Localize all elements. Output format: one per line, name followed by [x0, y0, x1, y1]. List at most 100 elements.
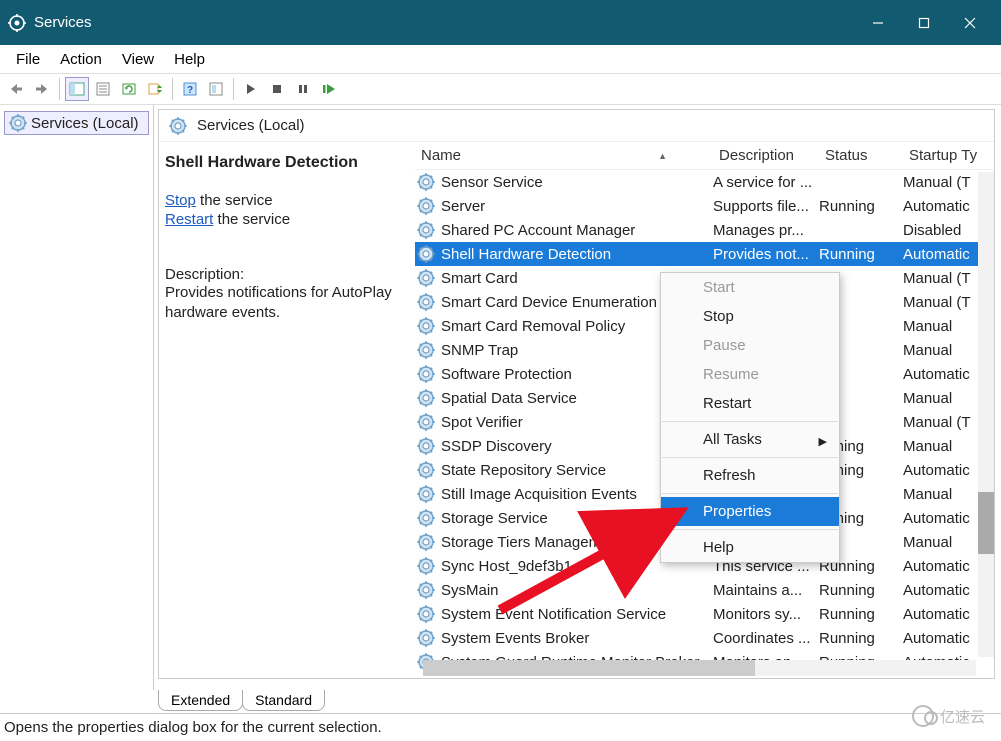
column-name[interactable]: Name▲ — [415, 144, 713, 167]
service-desc: A service for ... — [713, 174, 819, 191]
column-startup[interactable]: Startup Ty — [903, 144, 994, 167]
tree-pane[interactable]: Services (Local) — [0, 105, 154, 690]
detail-desc-label: Description: — [165, 266, 401, 283]
service-row[interactable]: Shell Hardware DetectionProvides not...R… — [415, 242, 994, 266]
service-status: Running — [819, 630, 903, 647]
service-row[interactable]: Shared PC Account ManagerManages pr...Di… — [415, 218, 994, 242]
details-button[interactable] — [91, 77, 115, 101]
service-name: Software Protection — [441, 366, 572, 383]
export-button[interactable] — [143, 77, 167, 101]
status-text: Opens the properties dialog box for the … — [4, 719, 382, 736]
horizontal-scrollbar[interactable] — [423, 660, 976, 676]
sort-asc-icon: ▲ — [658, 151, 667, 161]
context-menu: Start Stop Pause Resume Restart All Task… — [660, 272, 840, 563]
service-row[interactable]: System Event Notification ServiceMonitor… — [415, 602, 994, 626]
gear-icon — [9, 114, 27, 132]
vertical-scrollbar[interactable] — [978, 172, 994, 657]
service-desc: Supports file... — [713, 198, 819, 215]
list-header: Name▲ Description Status Startup Ty — [415, 142, 994, 170]
context-all-tasks[interactable]: All Tasks▶ — [661, 425, 839, 454]
service-desc: Manages pr... — [713, 222, 819, 239]
service-status: Running — [819, 582, 903, 599]
gear-icon — [417, 485, 435, 503]
service-name: System Events Broker — [441, 630, 589, 647]
forward-button[interactable] — [30, 77, 54, 101]
service-row[interactable]: Sensor ServiceA service for ...Manual (T — [415, 170, 994, 194]
menu-help[interactable]: Help — [164, 48, 215, 71]
detail-title: Shell Hardware Detection — [165, 154, 401, 172]
tab-standard[interactable]: Standard — [242, 690, 325, 711]
toolbar-button-extra[interactable] — [204, 77, 228, 101]
service-name: Storage Tiers Management — [441, 534, 622, 551]
gear-icon — [417, 197, 435, 215]
restart-link-rest: the service — [213, 211, 290, 228]
column-status[interactable]: Status — [819, 144, 903, 167]
service-row[interactable]: SysMainMaintains a...RunningAutomatic — [415, 578, 994, 602]
gear-icon — [169, 117, 187, 135]
close-button[interactable] — [947, 0, 993, 45]
menu-view[interactable]: View — [112, 48, 164, 71]
tab-extended[interactable]: Extended — [158, 690, 243, 711]
gear-icon — [417, 581, 435, 599]
gear-icon — [417, 413, 435, 431]
gear-icon — [417, 173, 435, 191]
watermark-text: 亿速云 — [940, 706, 985, 727]
gear-icon — [417, 509, 435, 527]
gear-icon — [417, 293, 435, 311]
stop-link[interactable]: Stop — [165, 192, 196, 209]
service-status: Running — [819, 198, 903, 215]
detail-panel: Shell Hardware Detection Stop the servic… — [159, 142, 415, 677]
restart-link[interactable]: Restart — [165, 211, 213, 228]
service-row[interactable]: ServerSupports file...RunningAutomatic — [415, 194, 994, 218]
show-hide-tree-button[interactable] — [65, 77, 89, 101]
menu-action[interactable]: Action — [50, 48, 112, 71]
column-description[interactable]: Description — [713, 144, 819, 167]
context-restart[interactable]: Restart — [661, 389, 839, 418]
service-desc: Maintains a... — [713, 582, 819, 599]
gear-icon — [417, 533, 435, 551]
detail-desc-text: Provides notifications for AutoPlay hard… — [165, 283, 401, 324]
context-start: Start — [661, 273, 839, 302]
gear-icon — [417, 341, 435, 359]
gear-icon — [417, 269, 435, 287]
service-name: Shell Hardware Detection — [441, 246, 611, 263]
help-button[interactable]: ? — [178, 77, 202, 101]
service-name: Smart Card — [441, 270, 518, 287]
tree-item-services-local[interactable]: Services (Local) — [4, 111, 149, 135]
restart-service-button[interactable] — [317, 77, 341, 101]
gear-icon — [417, 605, 435, 623]
context-properties[interactable]: Properties — [661, 497, 839, 526]
start-service-button[interactable] — [239, 77, 263, 101]
status-bar: Opens the properties dialog box for the … — [0, 713, 1001, 741]
service-row[interactable]: System Events BrokerCoordinates ...Runni… — [415, 626, 994, 650]
gear-icon — [417, 389, 435, 407]
service-name: Spot Verifier — [441, 414, 523, 431]
back-button[interactable] — [4, 77, 28, 101]
scrollbar-thumb[interactable] — [423, 660, 755, 676]
service-name: SNMP Trap — [441, 342, 518, 359]
svg-text:?: ? — [187, 85, 193, 96]
stop-service-button[interactable] — [265, 77, 289, 101]
menu-file[interactable]: File — [6, 48, 50, 71]
tree-item-label: Services (Local) — [31, 115, 139, 132]
service-desc: Provides not... — [713, 246, 819, 263]
context-refresh[interactable]: Refresh — [661, 461, 839, 490]
view-tabs: Extended Standard — [158, 690, 324, 711]
minimize-button[interactable] — [855, 0, 901, 45]
refresh-button[interactable] — [117, 77, 141, 101]
menu-bar: File Action View Help — [0, 45, 1001, 73]
service-status: Running — [819, 606, 903, 623]
service-name: System Event Notification Service — [441, 606, 666, 623]
context-pause: Pause — [661, 331, 839, 360]
gear-icon — [417, 221, 435, 239]
title-bar[interactable]: Services — [0, 0, 1001, 45]
context-stop[interactable]: Stop — [661, 302, 839, 331]
context-help[interactable]: Help — [661, 533, 839, 562]
scrollbar-thumb[interactable] — [978, 492, 994, 554]
pane-header-title: Services (Local) — [197, 117, 305, 134]
gear-icon — [417, 629, 435, 647]
maximize-button[interactable] — [901, 0, 947, 45]
service-name: Still Image Acquisition Events — [441, 486, 637, 503]
pause-service-button[interactable] — [291, 77, 315, 101]
gear-icon — [417, 365, 435, 383]
